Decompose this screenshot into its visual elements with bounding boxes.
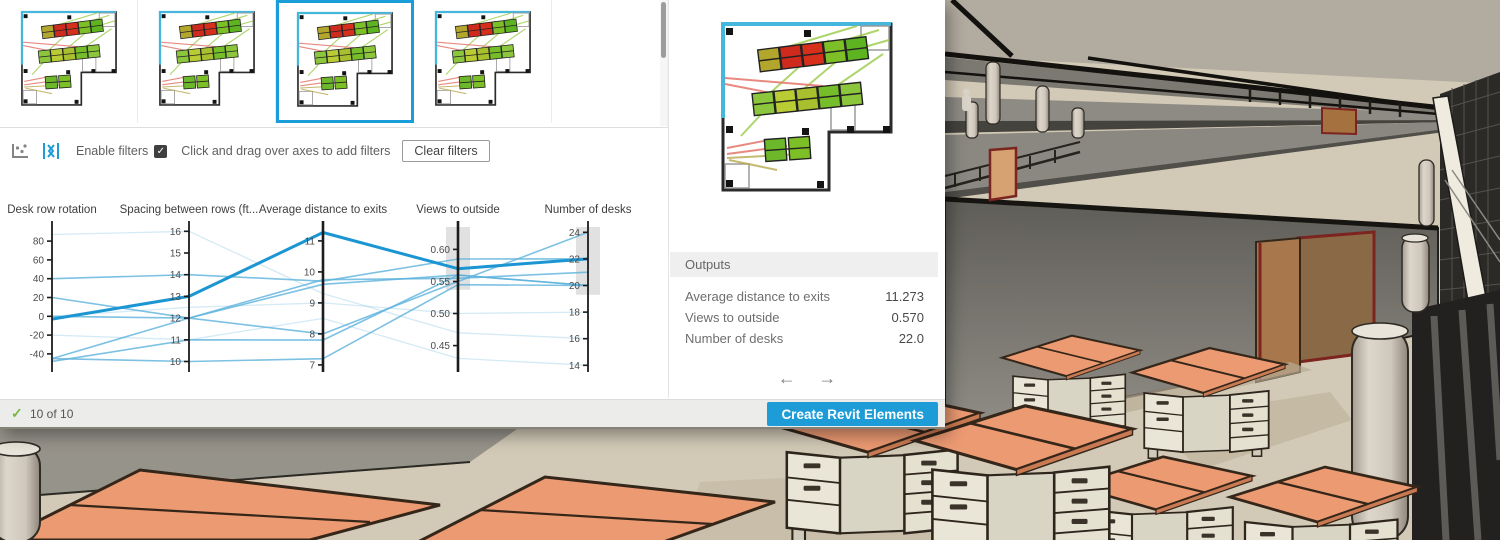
explore-pane: Enable filters ✓ Click and drag over axe… [0,0,669,398]
svg-text:0.60: 0.60 [431,245,451,256]
svg-text:10: 10 [304,267,316,278]
output-row: Views to outside 0.570 [670,307,938,328]
filter-toolbar: Enable filters ✓ Click and drag over axe… [0,136,668,166]
design-option-thumbnail-2[interactable] [138,0,276,123]
output-label: Average distance to exits [685,286,830,307]
svg-text:Number of desks: Number of desks [545,204,632,216]
svg-text:11: 11 [305,236,316,247]
outputs-header: Outputs [670,252,938,277]
floor-plan-image [151,3,263,115]
output-row: Average distance to exits 11.273 [670,286,938,307]
check-icon: ✓ [11,405,23,422]
svg-text:16: 16 [569,334,581,345]
svg-text:40: 40 [33,274,45,285]
svg-text:60: 60 [33,255,45,266]
svg-text:24: 24 [569,228,581,239]
svg-text:18: 18 [569,308,581,319]
option-pager: ← → [669,368,945,389]
output-label: Number of desks [685,328,783,349]
floor-plan-image [289,4,401,116]
enable-filters-checkbox[interactable]: ✓ [154,145,167,158]
output-value: 11.273 [885,286,924,307]
selected-option-preview[interactable] [707,8,907,213]
enable-filters-label: Enable filters [76,144,148,158]
svg-text:11: 11 [171,335,182,346]
floor-plan-image [427,3,539,115]
svg-text:8: 8 [309,329,315,340]
scatter-plot-icon[interactable] [9,141,31,161]
selected-option-pane: Outputs Average distance to exits 11.273… [669,0,945,399]
parallel-coordinates-icon[interactable] [40,141,62,161]
create-revit-elements-button[interactable]: Create Revit Elements [767,402,938,426]
panel-footer: ✓ 10 of 10 Create Revit Elements [0,399,945,427]
svg-text:Spacing between rows (ft...: Spacing between rows (ft... [120,204,259,216]
previous-option-button[interactable]: ← [778,368,796,388]
design-option-thumbnail-3[interactable] [276,0,414,123]
svg-text:13: 13 [170,292,182,303]
svg-text:20: 20 [33,293,45,304]
parallel-coordinates-chart[interactable]: 80 60 40 20 0 -20 -40 Desk row rotation 16 15 14 13… [0,186,668,398]
svg-text:14: 14 [170,270,182,281]
floor-plan-image [13,3,125,115]
thumbnail-strip-filler [552,0,668,127]
svg-text:80: 80 [33,237,45,248]
next-option-button[interactable]: → [818,368,836,388]
floor-plan-image-large [707,8,907,208]
shown-count-label: 10 of 10 [30,407,73,421]
svg-text:0.50: 0.50 [431,309,451,320]
svg-text:0.45: 0.45 [431,341,451,352]
svg-text:12: 12 [170,314,182,325]
design-option-thumbnail-1[interactable] [0,0,138,123]
svg-text:7: 7 [309,360,315,371]
thumbnail-scrollbar[interactable] [660,0,667,126]
design-options-strip [0,0,668,128]
svg-text:Desk row rotation: Desk row rotation [7,204,96,216]
svg-text:0.55: 0.55 [431,277,451,288]
svg-text:20: 20 [569,281,581,292]
svg-text:-40: -40 [30,349,45,360]
output-value: 0.570 [891,307,924,328]
svg-text:Views to outside: Views to outside [416,204,500,216]
svg-text:Average distance to exits: Average distance to exits [259,204,388,216]
scrollbar-thumb[interactable] [661,2,666,58]
svg-text:14: 14 [569,361,581,372]
output-label: Views to outside [685,307,779,328]
svg-text:9: 9 [309,298,315,309]
design-option-thumbnail-4[interactable] [414,0,552,123]
generative-design-results-panel: Enable filters ✓ Click and drag over axe… [0,0,945,429]
drag-hint-label: Click and drag over axes to add filters [181,144,390,158]
output-row: Number of desks 22.0 [670,328,938,349]
svg-text:0: 0 [38,312,44,323]
svg-text:10: 10 [170,357,182,368]
clear-filters-button[interactable]: Clear filters [402,140,489,162]
svg-text:-20: -20 [30,331,45,342]
svg-text:15: 15 [170,249,182,260]
output-value: 22.0 [899,328,924,349]
svg-text:22: 22 [569,254,581,265]
svg-text:16: 16 [170,227,182,238]
